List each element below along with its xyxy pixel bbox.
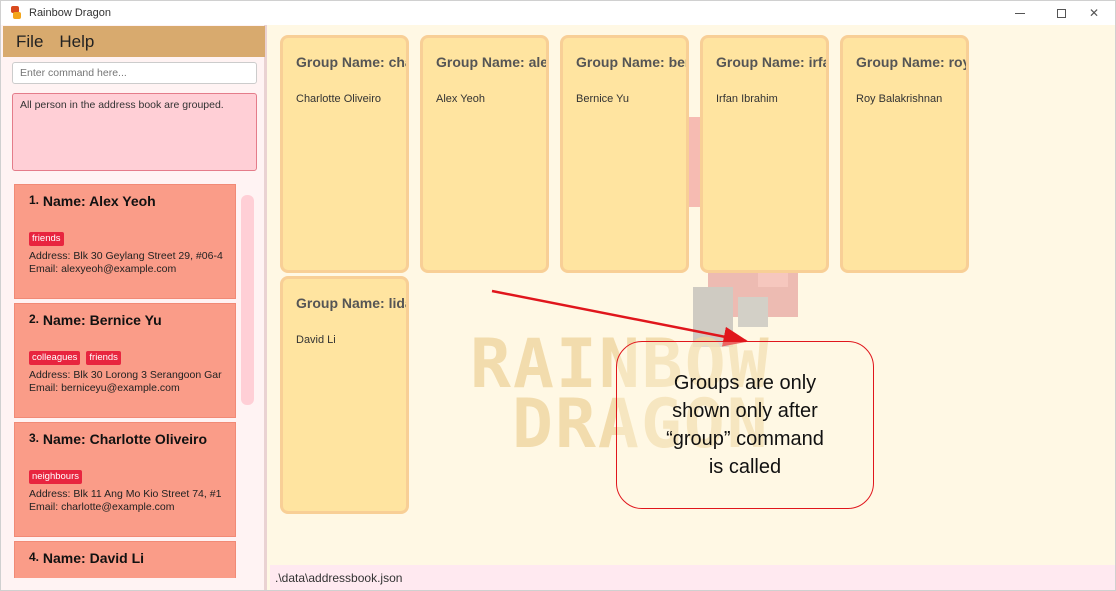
person-email: Email: berniceyu@example.com — [29, 382, 180, 394]
person-list[interactable]: 1. Name: Alex Yeoh friends Address: Blk … — [12, 184, 257, 578]
save-location-path: .\data\addressbook.json — [275, 571, 403, 585]
person-index: 3. — [29, 431, 40, 445]
group-card[interactable]: Group Name: roy Roy Balakrishnan — [840, 35, 969, 273]
group-title: Group Name: ale — [436, 54, 549, 70]
annotation-line: Groups are only — [673, 372, 817, 394]
person-card[interactable]: 4. Name: David Li — [14, 541, 236, 578]
person-name-text: Name: Bernice Yu — [42, 312, 162, 328]
minimize-button[interactable] — [997, 1, 1043, 25]
minimize-icon — [1015, 12, 1025, 14]
person-name: 2. Name: Bernice Yu — [29, 312, 235, 328]
person-name: 3. Name: Charlotte Oliveiro — [29, 431, 235, 447]
person-name-text: Name: David Li — [42, 550, 145, 566]
group-member: Roy Balakrishnan — [856, 93, 943, 105]
group-panel: RAINBOW DRAGON Group Name: cha Charlotte… — [270, 25, 1115, 565]
annotation-line: is called — [708, 456, 782, 478]
person-card[interactable]: 3. Name: Charlotte Oliveiro neighbours A… — [14, 422, 236, 537]
group-title: Group Name: ber — [576, 54, 689, 70]
annotation-callout: Groups are only shown only after “group”… — [616, 341, 874, 509]
result-display: All person in the address book are group… — [12, 93, 257, 171]
person-address: Address: Blk 30 Geylang Street 29, #06-4 — [29, 250, 223, 262]
dragon-app-icon — [9, 6, 23, 20]
status-bar: .\data\addressbook.json — [270, 565, 1115, 590]
tag-list: neighbours — [29, 470, 235, 486]
group-member: Charlotte Oliveiro — [296, 93, 381, 105]
group-card[interactable]: Group Name: lida David Li — [280, 276, 409, 514]
tag-list: colleagues friends — [29, 351, 235, 367]
person-index: 2. — [29, 312, 40, 326]
menu-help[interactable]: Help — [59, 32, 94, 52]
window-title: Rainbow Dragon — [29, 7, 111, 19]
group-title: Group Name: irfa — [716, 54, 829, 70]
group-title: Group Name: lida — [296, 295, 409, 311]
tag: friends — [86, 351, 121, 365]
title-bar: Rainbow Dragon ✕ — [1, 1, 1115, 25]
app-window: Rainbow Dragon ✕ File Help All person in… — [0, 0, 1116, 591]
tag: neighbours — [29, 470, 83, 484]
menu-file[interactable]: File — [16, 32, 43, 52]
person-index: 4. — [29, 550, 40, 564]
person-address: Address: Blk 11 Ang Mo Kio Street 74, #1 — [29, 488, 222, 500]
close-icon: ✕ — [1088, 6, 1100, 20]
menu-bar: File Help — [3, 26, 265, 57]
group-member: David Li — [296, 334, 336, 346]
person-email: Email: alexyeoh@example.com — [29, 263, 177, 275]
group-member: Irfan Ibrahim — [716, 93, 778, 105]
maximize-icon — [1056, 8, 1066, 18]
group-member: Bernice Yu — [576, 93, 630, 105]
person-list-scrollbar[interactable] — [241, 195, 254, 405]
group-card[interactable]: Group Name: ber Bernice Yu — [560, 35, 689, 273]
left-panel: File Help All person in the address book… — [1, 25, 267, 590]
person-email: Email: charlotte@example.com — [29, 501, 175, 513]
group-card[interactable]: Group Name: ale Alex Yeoh — [420, 35, 549, 273]
close-button[interactable]: ✕ — [1071, 1, 1115, 25]
annotation-line: “group” command — [666, 428, 824, 450]
person-name: 1. Name: Alex Yeoh — [29, 193, 235, 209]
command-input[interactable] — [12, 62, 257, 84]
tag-list: friends — [29, 232, 235, 248]
tag: friends — [29, 232, 64, 246]
person-address: Address: Blk 30 Lorong 3 Serangoon Gar — [29, 369, 222, 381]
result-text: All person in the address book are group… — [20, 99, 224, 111]
group-title: Group Name: roy — [856, 54, 969, 70]
person-name: 4. Name: David Li — [29, 550, 235, 566]
group-member: Alex Yeoh — [436, 93, 485, 105]
person-card[interactable]: 1. Name: Alex Yeoh friends Address: Blk … — [14, 184, 236, 299]
person-name-text: Name: Alex Yeoh — [42, 193, 156, 209]
person-card[interactable]: 2. Name: Bernice Yu colleagues friends A… — [14, 303, 236, 418]
group-title: Group Name: cha — [296, 54, 409, 70]
person-index: 1. — [29, 193, 40, 207]
group-card[interactable]: Group Name: cha Charlotte Oliveiro — [280, 35, 409, 273]
tag: colleagues — [29, 351, 81, 365]
group-card[interactable]: Group Name: irfa Irfan Ibrahim — [700, 35, 829, 273]
annotation-line: shown only after — [672, 400, 818, 422]
person-name-text: Name: Charlotte Oliveiro — [42, 431, 208, 447]
